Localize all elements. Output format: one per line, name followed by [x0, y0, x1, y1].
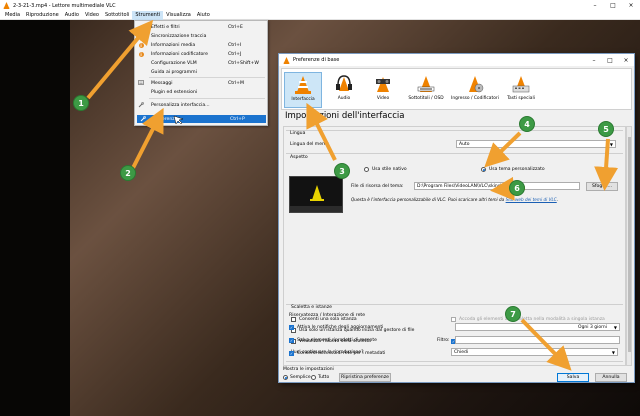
reset-preferences-button[interactable]: Ripristina preferenze [339, 373, 391, 382]
section-title: Impostazioni dell'interfaccia [285, 111, 405, 121]
maximize-icon[interactable]: □ [604, 0, 622, 11]
category-bar: Interfaccia Audio Video Sottotitoli / OS… [281, 68, 632, 110]
tab-sottotitoli[interactable]: Sottotitoli / OSD [405, 72, 447, 108]
group-label-privacy: Riservatezza / Interazione di rete [289, 313, 366, 318]
callout-7: 7 [505, 306, 521, 322]
menu-riproduzione[interactable]: Riproduzione [23, 11, 62, 20]
filter-label: Filtro: [437, 338, 450, 343]
menu-visualizza[interactable]: Visualizza [163, 11, 194, 20]
minimize-icon[interactable]: – [586, 54, 602, 66]
info-icon: i [138, 42, 144, 48]
filter-field[interactable] [455, 336, 620, 344]
menu-strumenti[interactable]: Strumenti [132, 10, 164, 20]
menu-bar: Media Riproduzione Audio Video Sottotito… [0, 10, 640, 20]
simple-label: Semplice [290, 375, 311, 380]
menu-item-vlm[interactable]: Configurazione VLM Ctrl+Shift+W [135, 59, 267, 67]
tab-ingresso[interactable]: Ingresso / Codificatori [449, 72, 501, 108]
info-icon: i [138, 51, 144, 57]
update-notifications-checkbox[interactable]: ✓ [289, 325, 294, 330]
preferences-dialog: Preferenze di base – □ × Interfaccia Aud… [278, 53, 635, 383]
menu-media[interactable]: Media [2, 11, 23, 20]
tab-audio[interactable]: Audio [329, 72, 359, 108]
vlc-cone-icon [283, 56, 290, 64]
menu-item-guida[interactable]: Guida ai programmi [135, 68, 267, 76]
menu-sottotitoli[interactable]: Sottotitoli [102, 11, 132, 20]
dialog-title: Preferenze di base [293, 57, 340, 63]
menu-item-sincronizzazione[interactable]: Sincronizzazione traccia [135, 32, 267, 40]
title-bar: 2-3-21-3.mp4 - Lettore multimediale VLC … [0, 0, 640, 11]
menu-item-plugin[interactable]: Plugin ed estensioni [135, 88, 267, 96]
simple-radio[interactable] [283, 375, 288, 380]
enqueue-label: Accoda gli elementi alla scaletta nella … [459, 317, 605, 322]
menu-audio[interactable]: Audio [62, 11, 82, 20]
close-icon[interactable]: × [618, 54, 634, 66]
interface-cone-icon [290, 73, 316, 97]
enqueue-checkbox[interactable] [451, 317, 456, 322]
menu-video[interactable]: Video [82, 11, 102, 20]
vlc-cone-icon [3, 2, 10, 9]
video-cone-icon [370, 72, 396, 96]
panel-scrollbar[interactable] [626, 126, 632, 366]
chevron-down-icon: ▼ [611, 349, 615, 355]
strumenti-dropdown: Effetti e filtri Ctrl+E Sincronizzazione… [134, 20, 268, 126]
tab-interfaccia[interactable]: Interfaccia [284, 72, 322, 108]
menu-item-messaggi[interactable]: Messaggi Ctrl+M [135, 79, 267, 87]
tab-tasti-speciali[interactable]: Tasti speciali [502, 72, 540, 108]
menu-item-informazioni-codificatore[interactable]: i Informazioni codificatore Ctrl+J [135, 50, 267, 58]
callout-3: 3 [334, 163, 350, 179]
all-radio[interactable] [311, 375, 316, 380]
close-icon[interactable]: × [622, 0, 640, 11]
wrench-icon [138, 102, 144, 108]
callout-1: 1 [73, 95, 89, 111]
menu-separator [149, 77, 265, 78]
recent-items-checkbox[interactable]: ✓ [289, 338, 294, 343]
dialog-footer: Mostra le impostazioni Semplice Tutto Ri… [281, 367, 632, 383]
chevron-down-icon: ▼ [613, 324, 617, 330]
maximize-icon[interactable]: □ [602, 54, 618, 66]
menu-separator [149, 98, 265, 99]
metadata-network-checkbox[interactable]: ✓ [289, 351, 294, 356]
callout-6: 6 [509, 180, 525, 196]
callout-2: 2 [120, 165, 136, 181]
tab-video[interactable]: Video [368, 72, 398, 108]
update-frequency-select[interactable]: Ogni 3 giorni ▼ [455, 323, 620, 331]
show-settings-label: Mostra le impostazioni [283, 367, 334, 372]
recent-items-label: Salva elementi riprodotti di recente [297, 338, 377, 343]
all-label: Tutto [318, 375, 330, 380]
messages-icon [138, 80, 144, 86]
cancel-button[interactable]: Annulla [595, 373, 627, 382]
menu-item-effetti[interactable]: Effetti e filtri Ctrl+E [135, 23, 267, 31]
callout-4: 4 [519, 116, 535, 132]
menu-item-preferenze[interactable]: Preferenze Ctrl+P [137, 115, 266, 123]
hotkeys-cone-icon [508, 72, 534, 96]
metadata-network-label: Consenti accesso di rete per i metadati [297, 351, 386, 356]
dialog-title-bar: Preferenze di base – □ × [279, 54, 634, 66]
continue-playback-select[interactable]: Chiedi ▼ [451, 348, 618, 356]
menu-item-personalizza[interactable]: Personalizza interfaccia... [135, 101, 267, 109]
menu-item-informazioni-media[interactable]: i Informazioni media Ctrl+I [135, 41, 267, 49]
headphones-icon [331, 72, 357, 96]
video-dark-edge [0, 20, 70, 416]
wrench-icon [140, 116, 146, 122]
menu-aiuto[interactable]: Aiuto [194, 11, 213, 20]
subtitles-cone-icon [413, 72, 439, 96]
window-title: 2-3-21-3.mp4 - Lettore multimediale VLC [13, 2, 116, 9]
update-notifications-label: Attiva le notifiche degli aggiornamenti [297, 325, 384, 330]
callout-5: 5 [598, 121, 614, 137]
save-button[interactable]: Salva [557, 373, 589, 382]
minimize-icon[interactable]: – [586, 0, 604, 11]
group-label-scaletta: Scaletta e istanze [291, 305, 332, 310]
input-cone-icon [462, 72, 488, 96]
